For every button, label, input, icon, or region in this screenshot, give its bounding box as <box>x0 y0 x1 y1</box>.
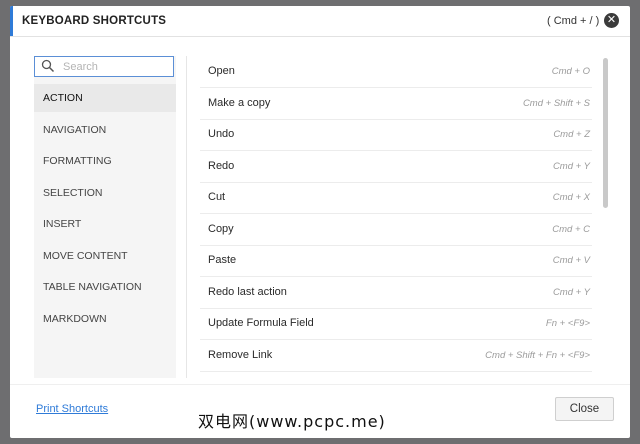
search-input[interactable] <box>63 59 167 74</box>
watermark-text: 双电网(www.pcpc.me) <box>198 412 386 431</box>
dialog-title: KEYBOARD SHORTCUTS <box>22 15 167 27</box>
shortcut-action-label: Open <box>208 65 235 77</box>
dialog-header: KEYBOARD SHORTCUTS ( Cmd + / ) ✕ <box>10 6 630 37</box>
shortcut-keys: Cmd + Z <box>553 129 590 140</box>
footer-divider <box>10 384 630 385</box>
category-item[interactable]: MOVE CONTENT <box>34 242 176 270</box>
category-item[interactable]: INSERT <box>34 210 176 238</box>
shortcut-action-label: Redo last action <box>208 285 287 298</box>
category-item[interactable]: FORMATTING <box>34 147 176 175</box>
shortcut-keys: Cmd + C <box>552 223 590 235</box>
shortcut-action-label: Paste <box>208 254 237 266</box>
shortcut-keys: Cmd + O <box>551 66 590 77</box>
shortcut-row[interactable]: Redo Cmd + Y <box>200 151 592 183</box>
shortcut-keys: Cmd + X <box>552 192 590 203</box>
shortcut-action-label: Update Formula Field <box>208 317 314 329</box>
category-item[interactable]: ACTION <box>34 84 176 112</box>
shortcut-keys: Cmd + Y <box>552 160 590 172</box>
category-item[interactable]: NAVIGATION <box>34 116 176 144</box>
shortcut-row[interactable]: Update Formula Field Fn + <F9> <box>200 308 592 340</box>
shortcut-keys: Cmd + Shift + S <box>522 97 590 109</box>
close-icon[interactable]: ✕ <box>604 13 619 28</box>
shortcut-row[interactable]: Make a copy Cmd + Shift + S <box>200 88 592 120</box>
shortcut-keys: Cmd + Y <box>552 286 590 298</box>
shortcut-row[interactable]: Paste Cmd + V <box>200 245 592 277</box>
print-shortcuts-link[interactable]: Print Shortcuts <box>36 403 108 415</box>
shortcut-action-label: Remove Link <box>208 348 273 361</box>
search-box[interactable] <box>34 56 174 77</box>
shortcut-keys: Cmd + V <box>552 255 590 266</box>
shortcut-action-label: Undo <box>208 128 235 140</box>
shortcut-action-label: Copy <box>208 222 234 235</box>
shortcut-list-scrollbar[interactable] <box>603 58 608 208</box>
category-item[interactable]: SELECTION <box>34 179 176 207</box>
shortcut-action-label: Cut <box>208 191 226 203</box>
keyboard-shortcuts-dialog: KEYBOARD SHORTCUTS ( Cmd + / ) ✕ ACTION N… <box>10 6 630 438</box>
category-item[interactable]: TABLE NAVIGATION <box>34 273 176 301</box>
shortcut-row[interactable]: Open Cmd + O <box>200 56 592 88</box>
search-icon <box>41 59 55 73</box>
category-item[interactable]: MARKDOWN <box>34 305 176 333</box>
shortcut-keys: Cmd + Shift + Fn + <F9> <box>485 349 590 361</box>
shortcut-row[interactable]: Copy Cmd + C <box>200 214 592 246</box>
shortcut-row[interactable]: Remove Link Cmd + Shift + Fn + <F9> <box>200 340 592 372</box>
shortcut-action-label: Redo <box>208 159 235 172</box>
title-accent-bar <box>10 6 13 36</box>
dialog-shortcut-hint: ( Cmd + / ) <box>547 15 600 27</box>
shortcut-row[interactable]: Redo last action Cmd + Y <box>200 277 592 309</box>
shortcut-row[interactable]: Undo Cmd + Z <box>200 119 592 151</box>
shortcut-action-label: Make a copy <box>208 96 271 109</box>
column-divider <box>186 56 187 378</box>
shortcut-keys: Fn + <F9> <box>545 318 590 329</box>
close-button[interactable]: Close <box>555 397 614 421</box>
shortcut-list: Open Cmd + O Make a copy Cmd + Shift + S Und… <box>200 56 592 376</box>
category-sidebar: ACTION NAVIGATION FORMATTING SELECTION INSER… <box>34 56 176 378</box>
shortcut-row[interactable]: Cut Cmd + X <box>200 182 592 214</box>
